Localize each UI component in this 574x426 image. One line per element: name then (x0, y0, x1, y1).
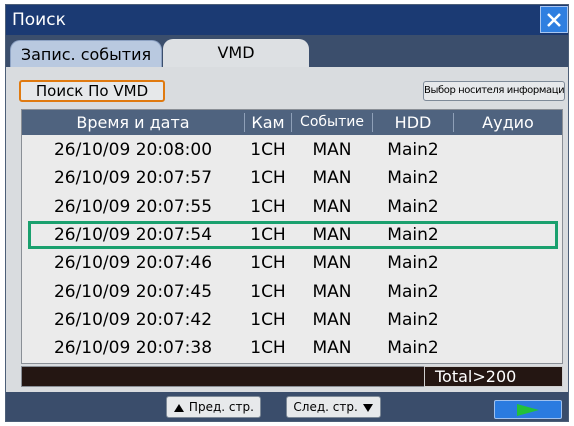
cell-audio (454, 193, 562, 221)
cell-audio (454, 164, 562, 192)
header-camera: Кам (251, 113, 285, 132)
header-hdd: HDD (394, 113, 432, 132)
cell-camera: 1CH (250, 196, 286, 217)
cell-datetime: 26/10/09 20:07:38 (53, 338, 213, 359)
next-page-label: След. стр. (293, 400, 358, 414)
cell-audio (454, 221, 562, 249)
cell-hdd: Main2 (387, 309, 439, 330)
cell-datetime: 26/10/09 20:07:45 (53, 281, 213, 302)
results-table: Время и дата Кам Событие HDD Аудио 26/10… (21, 109, 563, 364)
cell-event: MAN (312, 168, 352, 189)
title-bar: Поиск (6, 5, 568, 35)
cell-camera: 1CH (250, 338, 286, 359)
prev-page-label: Пред. стр. (188, 400, 254, 414)
cell-datetime: 26/10/09 20:07:46 (53, 253, 213, 274)
window-title: Поиск (12, 10, 66, 30)
next-page-button[interactable]: След. стр. (286, 396, 381, 418)
cell-audio (454, 334, 562, 362)
table-row-selected[interactable]: 26/10/09 20:07:54 1CH MAN Main2 (28, 220, 558, 249)
table-row[interactable]: 26/10/09 20:07:55 1CH MAN Main2 (22, 193, 562, 221)
triangle-down-icon (362, 403, 373, 412)
total-count: Total>200 (424, 366, 563, 387)
cell-event: MAN (312, 140, 352, 160)
cell-event: MAN (312, 281, 352, 302)
cell-event: MAN (312, 196, 352, 217)
cell-datetime: 26/10/09 20:08:00 (53, 140, 213, 160)
prev-page-button[interactable]: Пред. стр. (166, 396, 261, 418)
tab-bar: Запис. события VMD (6, 35, 568, 67)
cell-hdd: Main2 (387, 140, 439, 160)
cell-camera: 1CH (250, 253, 286, 274)
table-row[interactable]: 26/10/09 20:07:45 1CH MAN Main2 (22, 278, 562, 306)
cell-camera: 1CH (250, 140, 286, 160)
header-datetime: Время и дата (76, 113, 190, 132)
cell-datetime: 26/10/09 20:07:42 (53, 309, 213, 330)
media-select-button[interactable]: Выбор носителя информации (423, 81, 565, 101)
cell-camera: 1CH (250, 224, 286, 245)
cell-datetime: 26/10/09 20:07:54 (53, 224, 213, 245)
cell-hdd: Main2 (387, 281, 439, 302)
triangle-up-icon (174, 403, 185, 412)
tab-recorded-events[interactable]: Запис. события (10, 40, 162, 67)
vmd-search-button[interactable]: Поиск По VMD (19, 80, 165, 102)
cell-camera: 1CH (250, 309, 286, 330)
table-row[interactable]: 26/10/09 20:07:42 1CH MAN Main2 (22, 306, 562, 334)
cell-event: MAN (312, 253, 352, 274)
cell-event: MAN (312, 309, 352, 330)
cell-datetime: 26/10/09 20:07:57 (53, 168, 213, 189)
cell-hdd: Main2 (387, 196, 439, 217)
cell-hdd: Main2 (387, 338, 439, 359)
cell-hdd: Main2 (387, 253, 439, 274)
pager-bar: Пред. стр. След. стр. (6, 392, 568, 421)
cell-audio (454, 306, 562, 334)
play-icon (517, 403, 539, 416)
cell-camera: 1CH (250, 281, 286, 302)
table-header: Время и дата Кам Событие HDD Аудио (22, 110, 562, 135)
cell-event: MAN (312, 338, 352, 359)
table-row[interactable]: 26/10/09 20:07:38 1CH MAN Main2 (22, 334, 562, 362)
close-button[interactable] (540, 6, 568, 33)
cell-audio (454, 278, 562, 306)
cell-hdd: Main2 (387, 224, 439, 245)
tab-vmd[interactable]: VMD (163, 39, 309, 67)
cell-datetime: 26/10/09 20:07:55 (53, 196, 213, 217)
header-audio: Аудио (482, 113, 534, 132)
search-window: Поиск Запис. события VMD Поиск По VMD Вы… (5, 4, 569, 422)
cell-audio (454, 249, 562, 277)
cell-audio (454, 136, 562, 164)
cell-event: MAN (312, 224, 352, 245)
cell-camera: 1CH (250, 168, 286, 189)
cell-hdd: Main2 (387, 168, 439, 189)
table-row[interactable]: 26/10/09 20:08:00 1CH MAN Main2 (22, 136, 562, 164)
close-icon (547, 12, 561, 27)
header-event: Событие (300, 114, 364, 130)
table-row[interactable]: 26/10/09 20:07:57 1CH MAN Main2 (22, 164, 562, 192)
table-row[interactable]: 26/10/09 20:07:46 1CH MAN Main2 (22, 249, 562, 277)
play-button[interactable] (494, 400, 562, 419)
